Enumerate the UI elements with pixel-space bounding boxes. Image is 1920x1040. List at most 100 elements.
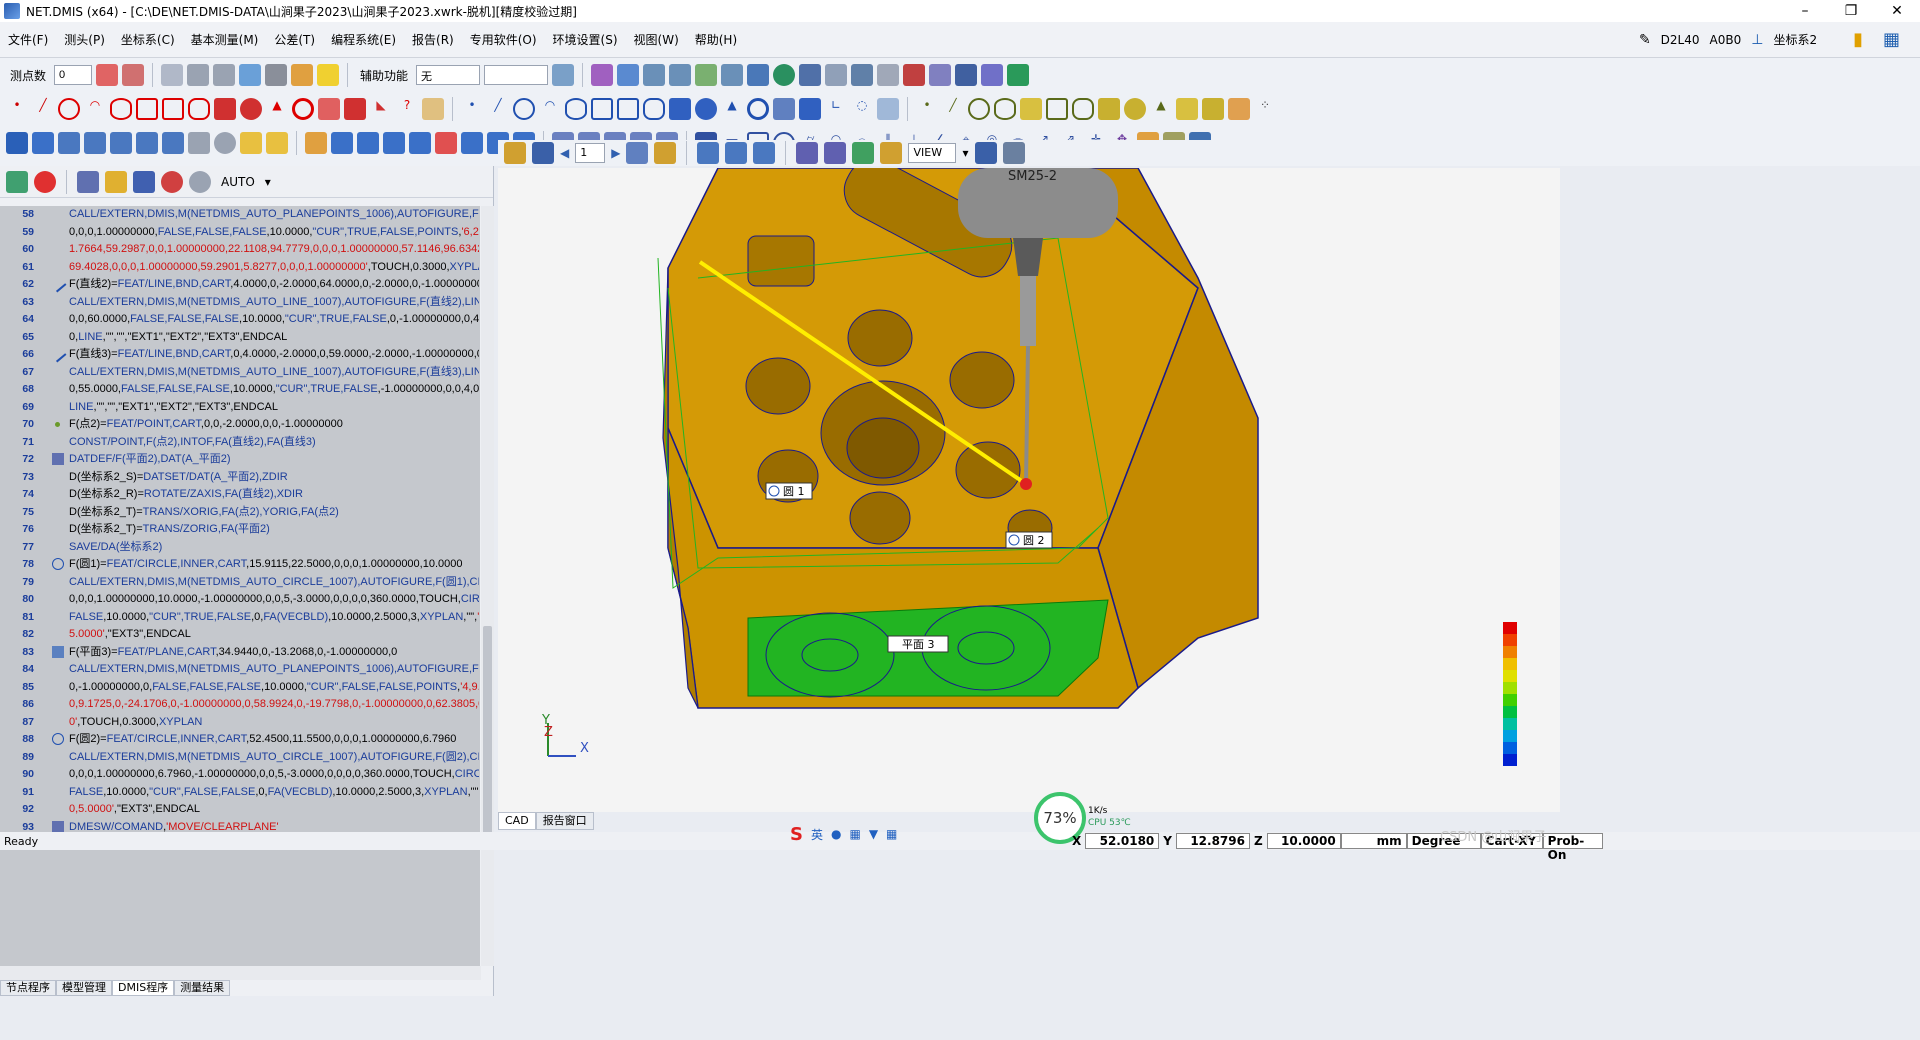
gear-view-icon[interactable] [504,142,526,164]
code-line[interactable]: 84 CALL/EXTERN,DMIS,M(NETDMIS_AUTO_PLANEP… [0,661,480,679]
construct-point-icon[interactable]: • [461,98,483,120]
measure-icon[interactable] [877,64,900,86]
construct-circle-icon[interactable] [513,98,535,120]
settings-icon[interactable]: ▦ [1883,29,1900,50]
code-line[interactable]: 80 0,0,0,1.00000000,10.0000,-1.00000000,0… [0,591,480,609]
code-line[interactable]: 59 0,0,0,1.00000000,FALSE,FALSE,FALSE,10.… [0,224,480,242]
extract-circle-icon[interactable] [968,98,990,120]
zoom-in-icon[interactable] [669,64,692,86]
next-icon[interactable]: ▶ [611,146,620,160]
scan-icon[interactable] [1007,64,1030,86]
unknown-feature-icon[interactable]: ? [396,98,418,120]
tol-cylinder-icon[interactable] [331,132,353,154]
menu-item[interactable]: 报告(R) [404,31,462,48]
scroll-thumb[interactable] [483,626,492,846]
menu-item[interactable]: 文件(F) [0,31,56,48]
construct-plane-icon[interactable] [591,98,613,120]
tol-round-icon[interactable] [409,132,431,154]
warning-icon[interactable] [317,64,340,86]
cad-scene[interactable]: SM25-2 圆 1 圆 2 平面 3 Y Z X [498,168,1560,812]
probe-name[interactable]: D2L40 [1661,33,1700,47]
assist-select-2[interactable] [484,65,549,85]
extract-rect-icon[interactable] [1046,98,1068,120]
code-line[interactable]: 72 DATDEF/F(平面2),DAT(A_平面2) [0,451,480,469]
window-icon[interactable] [133,170,155,193]
construct-slot-icon[interactable] [643,98,665,120]
keyboard-icon[interactable]: ▦ [849,827,860,841]
plane-feature-icon[interactable] [136,98,158,120]
ime-logo-icon[interactable]: S [790,824,803,845]
extract-plane-icon[interactable] [1020,98,1042,120]
pencil-icon[interactable] [591,64,614,86]
grid-view-icon[interactable] [753,142,776,164]
construct-cone-icon[interactable]: ▲ [721,98,743,120]
home-icon[interactable] [187,64,210,86]
sphere-feature-icon[interactable] [240,98,262,120]
close-button[interactable]: ✕ [1874,0,1920,22]
code-line[interactable]: 73 D(坐标系2_S)=DATSET/DAT(A_平面2),ZDIR [0,469,480,487]
code-line[interactable]: 66 F(直线3)=FEAT/LINE,BND,CART,0,4.0000,-2.… [0,345,480,364]
torus-feature-icon[interactable] [292,98,314,120]
menu-item[interactable]: 专用软件(O) [462,31,545,48]
best-fit-icon[interactable] [136,132,158,154]
code-line[interactable]: 65 0,LINE,"","","EXT1","EXT2","EXT3",ENDC… [0,329,480,347]
gear-icon[interactable] [214,132,236,154]
shirt-icon[interactable]: ▼ [869,827,878,841]
init-csys-icon[interactable] [6,132,28,154]
code-line[interactable]: 71 CONST/POINT,F(点2),INTOF,FA(直线2),FA(直线3… [0,434,480,452]
box-icon[interactable] [747,64,770,86]
construct-line-icon[interactable]: ╱ [487,98,509,120]
cone-feature-icon[interactable]: ▲ [266,98,288,120]
menu-item[interactable]: 帮助(H) [687,31,745,48]
save-icon[interactable] [532,142,554,164]
extract-surface-icon[interactable] [1202,98,1224,120]
probe-tool2-icon[interactable] [122,64,145,86]
label-circle-1[interactable]: 圆 1 [765,482,813,500]
construct-sphere-icon[interactable] [695,98,717,120]
extract-sphere-icon[interactable] [1124,98,1146,120]
menu-item[interactable]: 坐标系(C) [113,31,183,48]
label-circle-2[interactable]: 圆 2 [1005,531,1053,549]
list-icon[interactable] [929,64,952,86]
code-line[interactable]: 86 0,9.1725,0,-24.1706,0,-1.00000000,0,58… [0,696,480,714]
extract-point-icon[interactable]: • [916,98,938,120]
view-select[interactable]: VIEW [908,143,957,163]
chevron-down-icon[interactable]: ▾ [265,175,271,189]
dimension-icon[interactable] [796,142,819,164]
construct-rect-icon[interactable] [617,98,639,120]
tol-profile-icon[interactable] [461,132,483,154]
mic-icon[interactable]: ● [831,827,841,841]
code-line[interactable]: 81 FALSE,10.0000,"CUR",TRUE,FALSE,0,FA(VE… [0,609,480,627]
curve-feature-icon[interactable] [318,98,340,120]
doc-icon[interactable] [626,142,649,164]
page-select[interactable]: 1 [575,143,606,163]
construct-surface-icon[interactable] [799,98,821,120]
edit-icon[interactable] [6,170,28,193]
chart-view-icon[interactable] [725,142,748,164]
code-line[interactable]: 70 F(点2)=FEAT/POINT,CART,0,0,-2.0000,0,0,… [0,416,480,434]
label-plane-3[interactable]: 平面 3 [887,635,949,653]
translate-csys-icon[interactable] [110,132,132,154]
slot-feature-icon[interactable] [188,98,210,120]
target-icon[interactable] [188,132,210,154]
points-input[interactable] [54,65,93,85]
tol-roundness-icon[interactable] [435,132,457,154]
disk-icon[interactable] [974,142,997,164]
menu-item[interactable]: 环境设置(S) [545,31,626,48]
rotate-csys-icon[interactable] [58,132,80,154]
code-line[interactable]: 60 1.7664,59.2987,0,0,1.00000000,22.1108,… [0,241,480,259]
camera-icon[interactable] [955,64,978,86]
lock-icon[interactable] [105,170,127,193]
rps-icon[interactable] [84,132,106,154]
code-line[interactable]: 79 CALL/EXTERN,DMIS,M(NETDMIS_AUTO_CIRCLE… [0,574,480,592]
code-line[interactable]: 90 0,0,0,1.00000000,6.7960,-1.00000000,0,… [0,766,480,784]
view-tab[interactable]: 报告窗口 [535,812,594,830]
triangle-feature-icon[interactable]: ◣ [370,98,392,120]
ime-language[interactable]: 英 [811,826,823,843]
extract-dots-icon[interactable]: ⁘ [1254,98,1276,120]
code-line[interactable]: 75 D(坐标系2_T)=TRANS/XORIG,FA(点2),YORIG,FA(… [0,504,480,522]
program-tab[interactable]: 模型管理 [56,980,112,996]
code-line[interactable]: 74 D(坐标系2_R)=ROTATE/ZAXIS,FA(直线2),XDIR [0,486,480,504]
pen-icon[interactable]: ▮ [1853,29,1863,50]
cursor-icon[interactable] [851,64,874,86]
